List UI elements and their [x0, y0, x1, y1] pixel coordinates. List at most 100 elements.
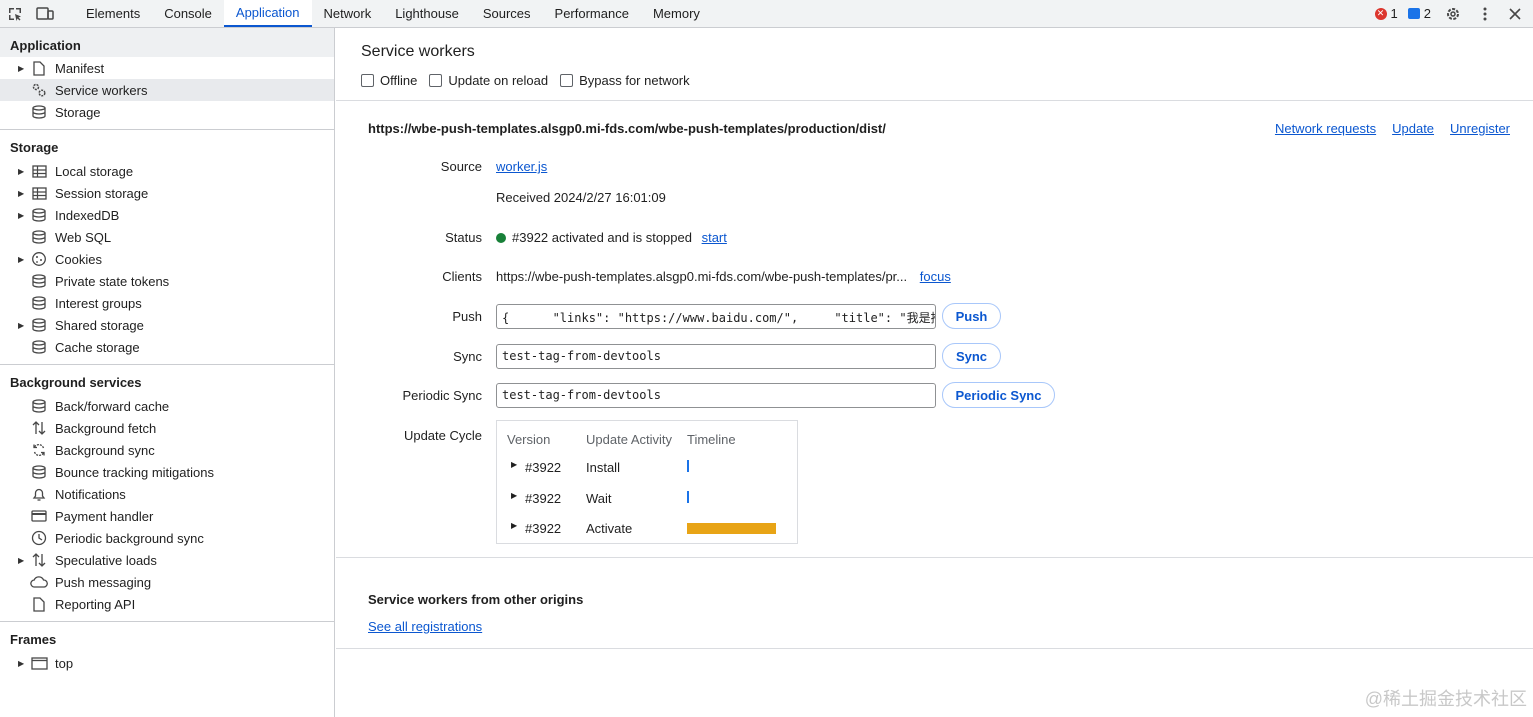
periodic-sync-tag-input[interactable]: test-tag-from-devtools: [496, 383, 936, 408]
sidebar-item-private-state-tokens[interactable]: Private state tokens: [0, 270, 334, 292]
expand-arrow-icon[interactable]: ▶: [18, 556, 28, 565]
sync-button[interactable]: Sync: [942, 343, 1001, 369]
sidebar-item-cache-storage[interactable]: Cache storage: [0, 336, 334, 358]
tab-memory[interactable]: Memory: [641, 0, 712, 27]
sidebar-item-bounce-tracking[interactable]: Bounce tracking mitigations: [0, 461, 334, 483]
expand-arrow-icon[interactable]: ▶: [18, 211, 28, 220]
sync-tag-input[interactable]: test-tag-from-devtools: [496, 344, 936, 369]
sidebar-item-back-forward-cache[interactable]: Back/forward cache: [0, 395, 334, 417]
sidebar-section-title: Background services: [10, 375, 142, 390]
sidebar-item-storage[interactable]: Storage: [0, 101, 334, 123]
status-label: Status: [445, 230, 482, 245]
bypass-for-network-checkbox[interactable]: [560, 74, 574, 87]
sidebar-item-payment-handler[interactable]: Payment handler: [0, 505, 334, 527]
other-origins-section: Service workers from other origins See a…: [336, 557, 1533, 649]
update-on-reload-label: Update on reload: [448, 73, 549, 88]
expand-arrow-icon[interactable]: ▶: [18, 64, 28, 73]
sidebar-item-background-sync[interactable]: Background sync: [0, 439, 334, 461]
sidebar-item-periodic-background-sync[interactable]: Periodic background sync: [0, 527, 334, 549]
tab-elements[interactable]: Elements: [74, 0, 152, 27]
received-timestamp: Received 2024/2/27 16:01:09: [496, 190, 666, 205]
tab-console[interactable]: Console: [152, 0, 224, 27]
start-link[interactable]: start: [702, 230, 727, 245]
offline-checkbox[interactable]: [361, 74, 374, 87]
cookie-icon: [30, 251, 48, 267]
status-text: #3922 activated and is stopped: [512, 230, 692, 245]
expand-arrow-icon[interactable]: ▶: [18, 189, 28, 198]
sidebar-section-title: Storage: [10, 140, 59, 155]
sidebar-item-label: Web SQL: [55, 229, 112, 245]
sidebar-item-local-storage[interactable]: ▶ Local storage: [0, 160, 334, 182]
inspect-element-icon[interactable]: [0, 0, 30, 28]
tab-performance[interactable]: Performance: [543, 0, 641, 27]
push-data-input[interactable]: { "links": "https://www.baidu.com/", "ti…: [496, 304, 936, 329]
device-toolbar-icon[interactable]: [30, 0, 60, 28]
sidebar-section-title: Application: [0, 28, 334, 57]
sidebar-item-label: Periodic background sync: [55, 530, 204, 546]
sidebar-item-push-messaging[interactable]: Push messaging: [0, 571, 334, 593]
sidebar-item-session-storage[interactable]: ▶ Session storage: [0, 182, 334, 204]
bell-icon: [30, 486, 48, 502]
settings-gear-icon[interactable]: [1441, 0, 1465, 28]
expand-arrow-icon[interactable]: ▶: [18, 255, 28, 264]
sidebar-item-interest-groups[interactable]: Interest groups: [0, 292, 334, 314]
expand-arrow-icon[interactable]: ▶: [511, 521, 517, 530]
sidebar-item-top-frame[interactable]: ▶ top: [0, 652, 334, 674]
status-value: #3922 activated and is stopped start: [496, 230, 727, 245]
more-options-icon[interactable]: [1475, 0, 1495, 28]
cycle-activity: Activate: [586, 521, 633, 536]
timeline-marker: [687, 491, 689, 503]
status-indicator-icon: [496, 233, 506, 243]
panel-tabs: Elements Console Application Network Lig…: [74, 0, 712, 27]
update-on-reload-checkbox[interactable]: [429, 74, 443, 87]
expand-arrow-icon[interactable]: ▶: [18, 321, 28, 330]
see-all-registrations-link[interactable]: See all registrations: [368, 619, 482, 634]
message-counter[interactable]: 2: [1407, 6, 1431, 21]
service-workers-panel: Service workers Offline Update on reload…: [336, 28, 1533, 717]
tab-sources[interactable]: Sources: [471, 0, 543, 27]
sidebar-item-label: Manifest: [55, 60, 105, 76]
sidebar-item-shared-storage[interactable]: ▶ Shared storage: [0, 314, 334, 336]
timeline-bar: [687, 523, 776, 534]
unregister-link[interactable]: Unregister: [1450, 121, 1510, 136]
update-cycle-table: Version Update Activity Timeline ▶ #3922…: [496, 420, 798, 544]
sidebar-section-storage: Storage ▶ Local storage ▶ Session storag…: [0, 130, 334, 365]
expand-arrow-icon[interactable]: ▶: [511, 460, 517, 469]
source-file-link[interactable]: worker.js: [496, 159, 547, 174]
update-link[interactable]: Update: [1392, 121, 1434, 136]
expand-arrow-icon[interactable]: ▶: [18, 659, 28, 668]
sidebar-item-indexeddb[interactable]: ▶ IndexedDB: [0, 204, 334, 226]
error-icon: ✕: [1374, 7, 1387, 20]
credit-card-icon: [30, 508, 48, 524]
sidebar-item-background-fetch[interactable]: Background fetch: [0, 417, 334, 439]
periodic-sync-label: Periodic Sync: [402, 388, 482, 403]
focus-link[interactable]: focus: [920, 269, 951, 284]
sidebar-item-web-sql[interactable]: Web SQL: [0, 226, 334, 248]
close-icon[interactable]: [1505, 0, 1525, 28]
expand-arrow-icon[interactable]: ▶: [18, 167, 28, 176]
see-all-registrations-wrapper: See all registrations: [368, 619, 482, 634]
tab-network[interactable]: Network: [312, 0, 384, 27]
tab-lighthouse[interactable]: Lighthouse: [383, 0, 471, 27]
expand-arrow-icon[interactable]: ▶: [511, 491, 517, 500]
update-on-reload-option[interactable]: Update on reload: [429, 73, 548, 88]
offline-option[interactable]: Offline: [361, 73, 417, 88]
bypass-for-network-option[interactable]: Bypass for network: [560, 73, 690, 88]
sidebar-section-frames: Frames ▶ top: [0, 622, 334, 674]
error-counter[interactable]: ✕ 1: [1374, 6, 1398, 21]
sidebar-item-speculative-loads[interactable]: ▶ Speculative loads: [0, 549, 334, 571]
push-button[interactable]: Push: [942, 303, 1001, 329]
sidebar-item-service-workers[interactable]: Service workers: [0, 79, 334, 101]
sidebar-item-reporting-api[interactable]: Reporting API: [0, 593, 334, 615]
file-icon: [30, 60, 48, 76]
tab-application[interactable]: Application: [223, 0, 312, 27]
cycle-version: #3922: [525, 521, 562, 536]
sync-icon: [30, 442, 48, 458]
sidebar-item-cookies[interactable]: ▶ Cookies: [0, 248, 334, 270]
table-icon: [30, 163, 48, 179]
sidebar-item-manifest[interactable]: ▶ Manifest: [0, 57, 334, 79]
sidebar-item-notifications[interactable]: Notifications: [0, 483, 334, 505]
network-requests-link[interactable]: Network requests: [1275, 121, 1376, 136]
periodic-sync-button[interactable]: Periodic Sync: [942, 382, 1055, 408]
up-down-arrows-icon: [30, 420, 48, 436]
